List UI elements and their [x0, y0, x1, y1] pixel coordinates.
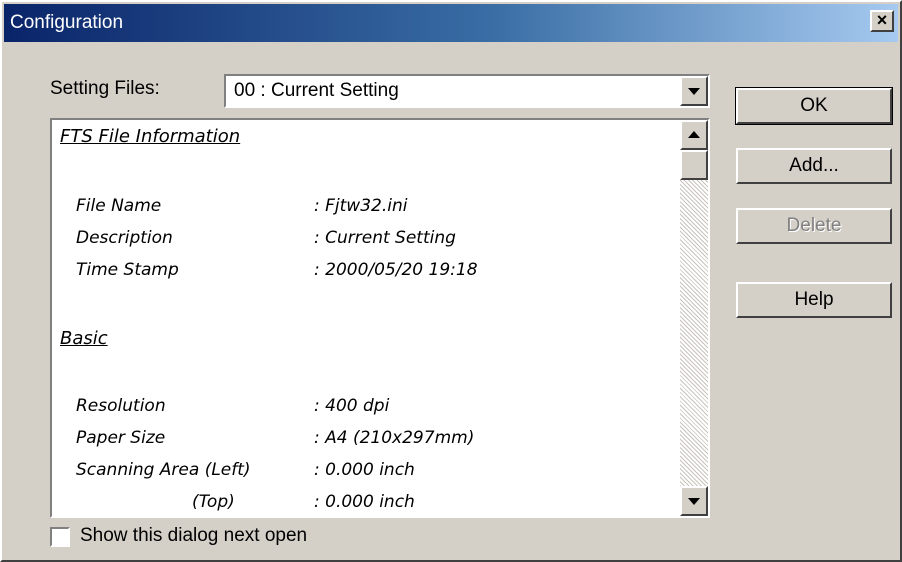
fts-info-heading: FTS File Information: [60, 126, 241, 147]
scroll-up-button[interactable]: [680, 120, 708, 150]
info-label: Scanning Area (Left): [76, 460, 251, 480]
info-row-scan-area-left: Scanning Area (Left) : 0.000 inch: [52, 460, 680, 486]
basic-heading: Basic: [60, 328, 108, 349]
configuration-dialog: Configuration × Setting Files: 00 : Curr…: [0, 0, 902, 562]
title-bar[interactable]: Configuration ×: [4, 4, 898, 42]
info-row-time-stamp: Time Stamp : 2000/05/20 19:18: [52, 260, 680, 286]
show-dialog-label[interactable]: Show this dialog next open: [80, 524, 307, 548]
vertical-scrollbar[interactable]: [680, 120, 708, 516]
info-row-file-name: File Name : Fjtw32.ini: [52, 196, 680, 222]
info-label: (Top): [192, 492, 235, 512]
settings-info-content: FTS File Information File Name : Fjtw32.…: [52, 120, 680, 516]
info-label: Resolution: [76, 396, 166, 416]
info-row-description: Description : Current Setting: [52, 228, 680, 254]
info-row-resolution: Resolution : 400 dpi: [52, 396, 680, 422]
delete-button: Delete: [736, 208, 892, 244]
show-dialog-checkbox[interactable]: [50, 527, 70, 547]
info-label: Time Stamp: [76, 260, 179, 280]
info-label: Paper Size: [76, 428, 166, 448]
info-label: Description: [76, 228, 173, 248]
close-button[interactable]: ×: [870, 10, 894, 32]
ok-button[interactable]: OK: [735, 87, 893, 125]
info-value: : Current Setting: [314, 228, 456, 248]
ok-button-label: OK: [800, 95, 828, 116]
setting-files-dropdown[interactable]: 00 : Current Setting: [224, 74, 710, 108]
add-button[interactable]: Add...: [736, 148, 892, 184]
scrollbar-thumb[interactable]: [680, 150, 708, 180]
help-button-label: Help: [794, 289, 834, 310]
info-value: : 0.000 inch: [314, 492, 415, 512]
add-button-label: Add...: [789, 155, 839, 176]
setting-files-value: 00 : Current Setting: [234, 80, 399, 101]
scroll-down-icon: [688, 498, 700, 505]
window-title: Configuration: [10, 12, 124, 33]
close-icon: ×: [876, 10, 888, 30]
setting-files-label: Setting Files:: [50, 78, 160, 99]
dropdown-arrow-icon: [688, 88, 700, 95]
help-button[interactable]: Help: [736, 282, 892, 318]
info-value: : 0.000 inch: [314, 460, 415, 480]
dropdown-button[interactable]: [680, 76, 708, 106]
info-value: : 2000/05/20 19:18: [314, 260, 478, 280]
info-value: : 400 dpi: [314, 396, 390, 416]
scroll-down-button[interactable]: [680, 486, 708, 516]
settings-info-textbox[interactable]: FTS File Information File Name : Fjtw32.…: [50, 118, 710, 518]
info-row-paper-size: Paper Size : A4 (210x297mm): [52, 428, 680, 454]
info-label: File Name: [76, 196, 162, 216]
info-value: : Fjtw32.ini: [314, 196, 408, 216]
delete-button-label: Delete: [786, 215, 842, 236]
info-value: : A4 (210x297mm): [314, 428, 475, 448]
info-row-scan-area-top: (Top) : 0.000 inch: [52, 492, 680, 516]
scroll-up-icon: [688, 131, 700, 138]
